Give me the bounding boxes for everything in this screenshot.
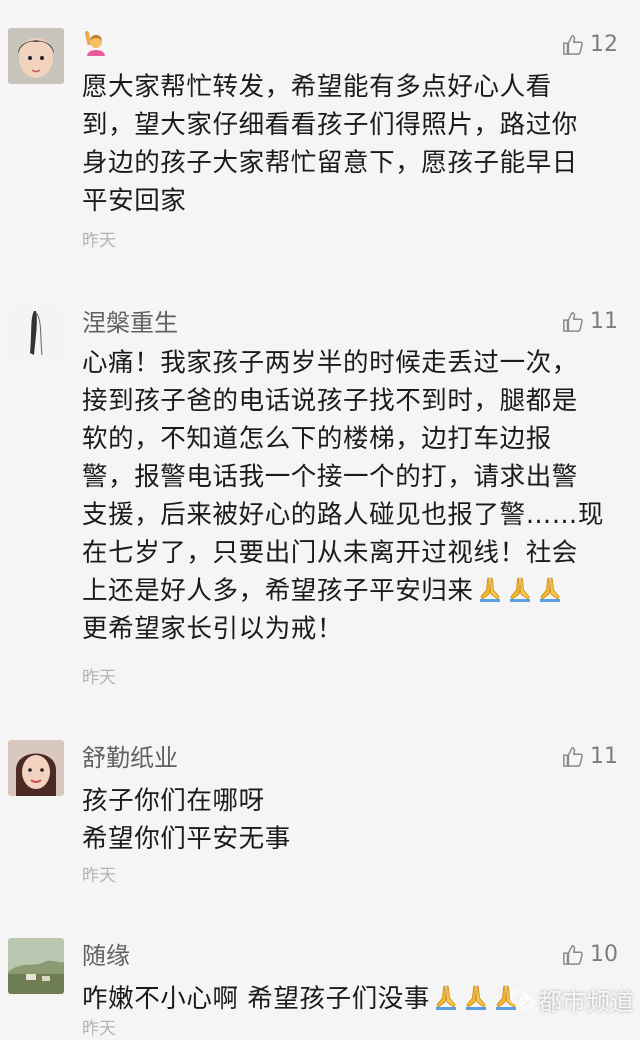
watermark: 都市频道 [510,982,634,1017]
commenter-name[interactable]: 涅槃重生 [82,307,178,339]
comment-line: 身边的孩子大家帮忙留意下，愿孩子能早日 [82,148,578,178]
comment-line: 支援，后来被好心的路人碰见也报了警……现 [82,500,605,530]
like-button[interactable]: 12 [562,30,618,60]
thumbs-up-icon [562,746,584,768]
thumbs-up-icon [562,311,584,333]
comment-text: 孩子你们在哪呀 希望你们平安无事 [82,782,616,858]
like-count: 11 [590,309,618,334]
commenter-name[interactable]: 舒勤纸业 [82,742,178,774]
comment-line: 心痛！我家孩子两岁半的时候走丢过一次， [82,348,578,378]
like-count: 10 [590,942,618,967]
watermark-text: 都市频道 [538,988,634,1016]
avatar[interactable] [8,938,64,994]
folded-hands-icon [476,575,504,603]
like-button[interactable]: 11 [562,307,618,337]
comment-line: 更希望家长引以为戒！ [82,614,344,644]
commenter-name[interactable] [82,28,110,60]
thumbs-up-icon [562,34,584,56]
comment-line: 愿大家帮忙转发，希望能有多点好心人看 [82,72,552,102]
like-button[interactable]: 11 [562,742,618,772]
comment-line: 到，望大家仔细看看孩子们得照片，路过你 [82,110,578,140]
comment-time: 昨天 [82,668,116,688]
avatar[interactable] [8,28,64,84]
comment-line: 在七岁了，只要出门从未离开过视线！社会 [82,538,578,568]
commenter-name[interactable]: 随缘 [82,940,130,972]
like-count: 11 [590,744,618,769]
folded-hands-icon [506,575,534,603]
comment-time: 昨天 [82,1019,116,1039]
comment-line: 希望你们平安无事 [82,824,291,854]
comment-line: 软的，不知道怎么下的楼梯，边打车边报 [82,424,552,454]
avatar[interactable] [8,740,64,796]
comment-line: 孩子你们在哪呀 [82,786,265,816]
wechat-logo-icon [510,990,534,1009]
comment-line: 平安回家 [82,186,187,216]
comment-text: 心痛！我家孩子两岁半的时候走丢过一次， 接到孩子爸的电话说孩子找不到时，腿都是 … [82,344,616,648]
comment-line: 接到孩子爸的电话说孩子找不到时，腿都是 [82,386,578,416]
thumbs-up-icon [562,944,584,966]
folded-hands-icon [432,983,460,1011]
folded-hands-icon [536,575,564,603]
comment-time: 昨天 [82,231,116,251]
avatar[interactable] [8,305,64,361]
comment-time: 昨天 [82,866,116,886]
folded-hands-icon [462,983,490,1011]
comment-text: 愿大家帮忙转发，希望能有多点好心人看 到，望大家仔细看看孩子们得照片，路过你 身… [82,68,616,220]
comment-line: 警，报警电话我一个接一个的打，请求出警 [82,462,578,492]
comment-line: 上还是好人多，希望孩子平安归来 [82,572,616,610]
person-raising-hand-icon [85,31,105,56]
like-button[interactable]: 10 [562,940,618,970]
like-count: 12 [590,32,618,57]
